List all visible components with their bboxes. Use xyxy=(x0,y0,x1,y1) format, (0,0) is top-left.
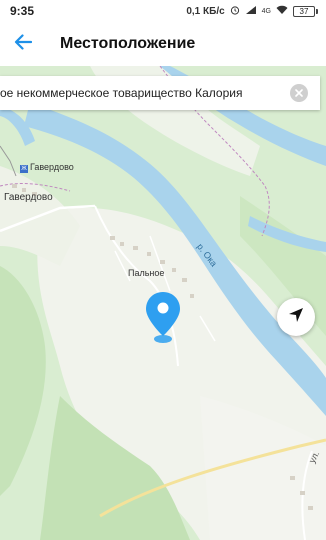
close-icon xyxy=(295,84,303,102)
network-speed: 0,1 КБ/с xyxy=(186,5,225,17)
page-title: Местоположение xyxy=(60,35,196,52)
back-button[interactable] xyxy=(0,22,46,66)
status-bar: 9:35 0,1 КБ/с 4G 37 xyxy=(0,0,326,22)
clear-search-button[interactable] xyxy=(290,84,308,102)
battery-level: 37 xyxy=(293,5,315,17)
map-pin-icon xyxy=(144,292,182,350)
location-pin[interactable] xyxy=(144,290,182,346)
network-type: 4G xyxy=(261,7,271,15)
app-bar: Местоположение xyxy=(0,22,326,66)
battery-icon: 37 xyxy=(293,5,318,17)
address-search-field[interactable]: ое некоммерческое товарищество Калория xyxy=(0,76,320,110)
map-label-village: Гавердово xyxy=(4,192,53,203)
map-label-settlement: Пальное xyxy=(128,268,165,278)
signal-icon xyxy=(245,5,257,18)
status-icons: 0,1 КБ/с 4G 37 xyxy=(186,5,318,18)
wifi-icon xyxy=(276,5,288,18)
alarm-icon xyxy=(230,5,240,18)
bus-stop-icon: Ж xyxy=(20,165,28,173)
search-input[interactable]: ое некоммерческое товарищество Калория xyxy=(0,86,282,100)
status-time: 9:35 xyxy=(10,4,35,18)
map-label-station: Ж Гавердово xyxy=(20,162,74,173)
arrow-back-icon xyxy=(14,33,33,55)
navigation-arrow-icon xyxy=(288,307,304,328)
my-location-button[interactable] xyxy=(277,298,315,336)
